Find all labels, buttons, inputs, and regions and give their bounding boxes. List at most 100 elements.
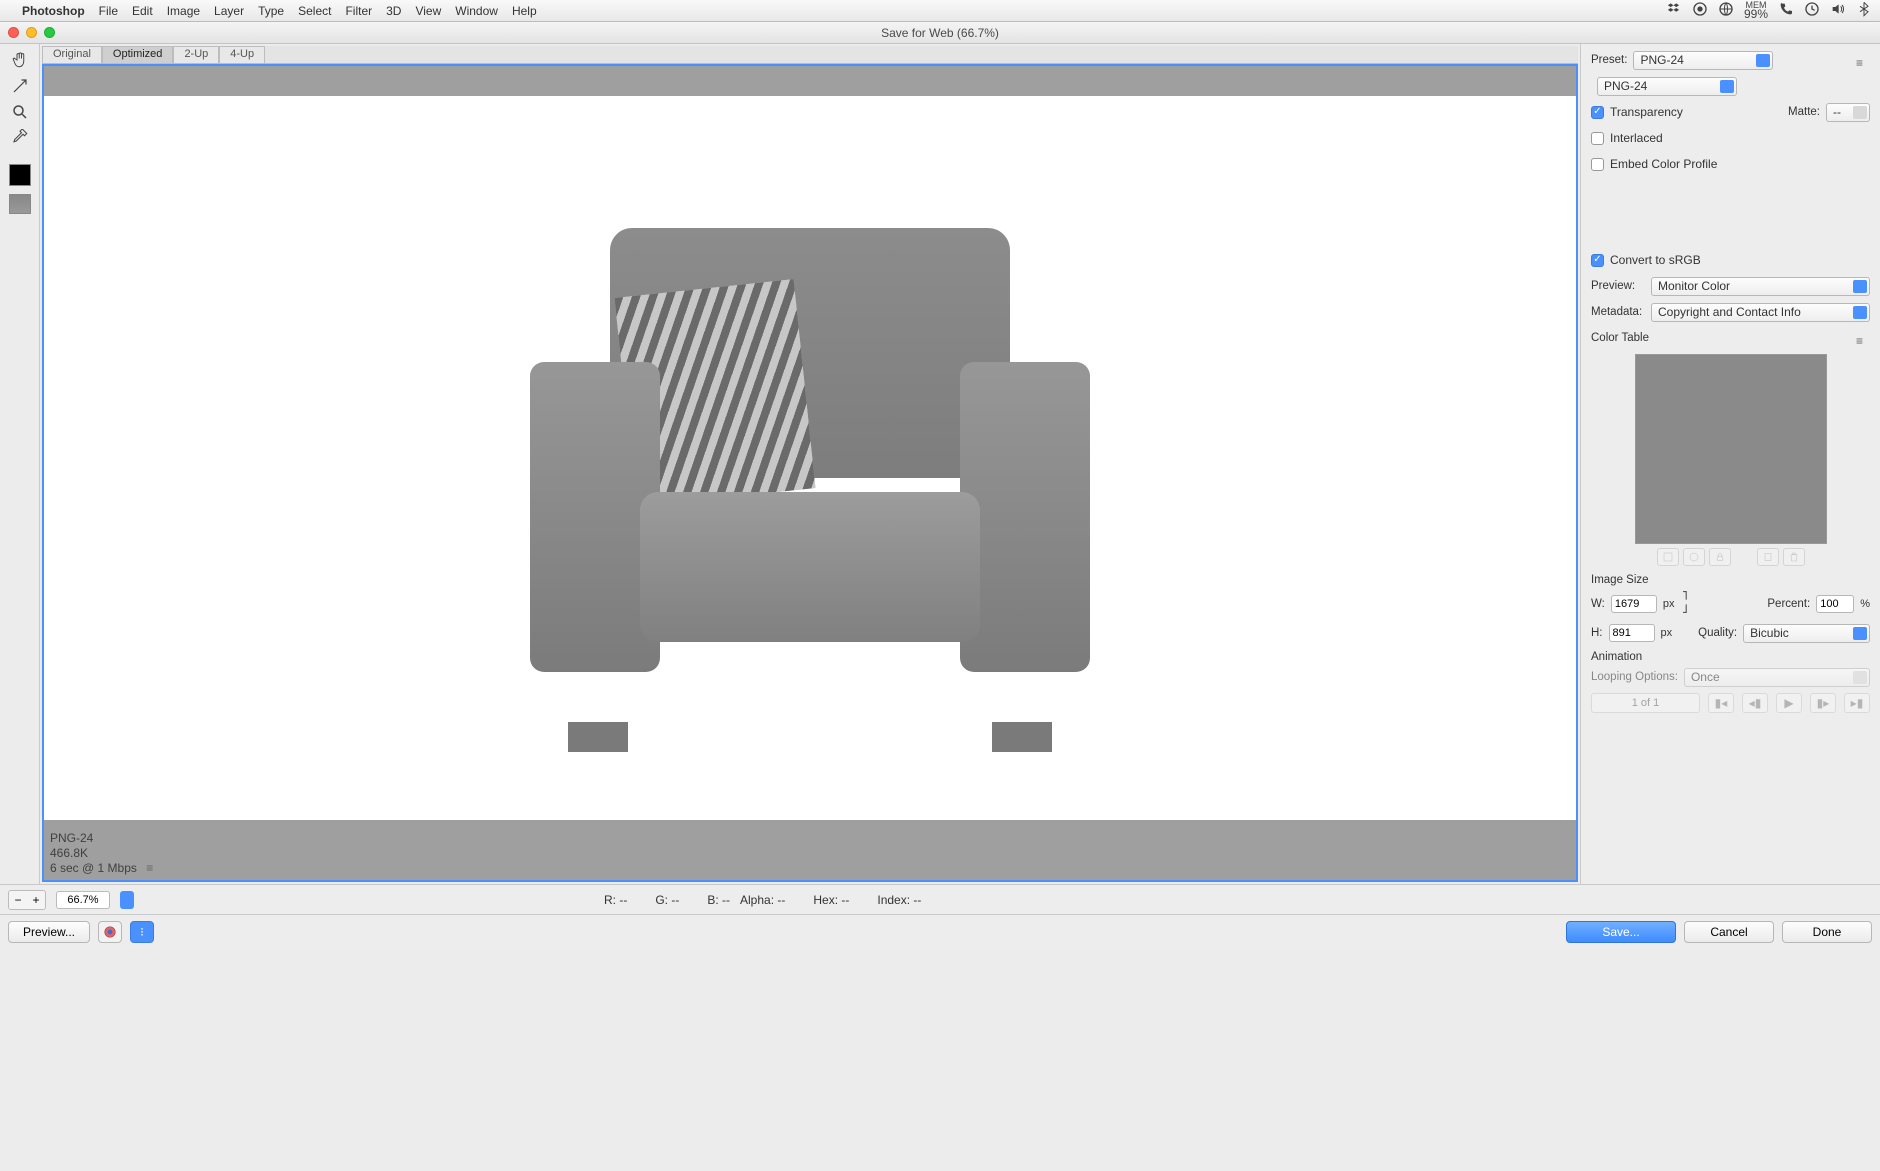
readout-r: R: --: [604, 893, 627, 907]
globe-icon[interactable]: [1718, 1, 1734, 20]
constrain-proportions-icon[interactable]: [1680, 590, 1694, 617]
menu-type[interactable]: Type: [258, 4, 284, 18]
preview-button[interactable]: Preview...: [8, 921, 90, 943]
cc-icon[interactable]: [1692, 1, 1708, 20]
ct-trash-icon: [1783, 548, 1805, 566]
toggle-slices-icon[interactable]: [9, 194, 31, 214]
preset-select[interactable]: PNG-24: [1633, 51, 1773, 70]
readout-hex: Hex: --: [813, 893, 849, 907]
zoom-input[interactable]: [56, 891, 110, 909]
play-icon: ▶: [1776, 693, 1802, 713]
minimize-window-icon[interactable]: [26, 27, 37, 38]
menu-3d[interactable]: 3D: [386, 4, 401, 18]
pct-unit: %: [1860, 598, 1870, 610]
phone-icon[interactable]: [1778, 1, 1794, 20]
window-titlebar[interactable]: Save for Web (66.7%): [0, 22, 1880, 44]
panel-menu-icon[interactable]: [1856, 56, 1870, 64]
zoom-select-icon[interactable]: [120, 891, 134, 909]
width-input[interactable]: [1611, 595, 1657, 613]
readout-b: B: --: [707, 893, 730, 907]
cancel-button[interactable]: Cancel: [1684, 921, 1774, 943]
timemachine-icon[interactable]: [1804, 1, 1820, 20]
first-frame-icon: ▮◂: [1708, 693, 1734, 713]
looping-select: Once: [1684, 668, 1870, 687]
height-input[interactable]: [1609, 624, 1655, 642]
menu-edit[interactable]: Edit: [132, 4, 153, 18]
hand-tool-icon[interactable]: [4, 48, 36, 72]
tab-optimized[interactable]: Optimized: [102, 46, 174, 63]
zoom-window-icon[interactable]: [44, 27, 55, 38]
matte-select[interactable]: --: [1826, 103, 1870, 122]
done-button[interactable]: Done: [1782, 921, 1872, 943]
embed-profile-checkbox[interactable]: Embed Color Profile: [1591, 157, 1717, 171]
browser-preview-icon[interactable]: [98, 921, 122, 943]
canvas-area: Original Optimized 2-Up 4-Up PNG-24: [40, 44, 1580, 884]
animation-label: Animation: [1591, 651, 1870, 663]
zoom-tool-icon[interactable]: [4, 100, 36, 124]
settings-panel: Preset: PNG-24 PNG-24 Transparency Matte…: [1580, 44, 1880, 884]
file-format: PNG-24: [50, 831, 160, 846]
next-frame-icon: ▮▸: [1810, 693, 1836, 713]
save-button[interactable]: Save...: [1566, 921, 1676, 943]
color-table-menu-icon[interactable]: [1856, 334, 1870, 342]
memory-indicator[interactable]: MEM99%: [1744, 1, 1768, 20]
w-label: W:: [1591, 598, 1605, 610]
interlaced-checkbox[interactable]: Interlaced: [1591, 131, 1663, 145]
w-unit: px: [1663, 598, 1675, 610]
sofa-image: [530, 212, 1090, 732]
menu-file[interactable]: File: [99, 4, 118, 18]
window-title: Save for Web (66.7%): [0, 26, 1880, 40]
metadata-select[interactable]: Copyright and Contact Info: [1651, 303, 1870, 322]
app-name[interactable]: Photoshop: [22, 4, 85, 18]
preview-select[interactable]: Monitor Color: [1651, 277, 1870, 296]
menu-select[interactable]: Select: [298, 4, 331, 18]
zoom-out-icon[interactable]: −: [9, 891, 27, 909]
volume-icon[interactable]: [1830, 1, 1846, 20]
eyedropper-tool-icon[interactable]: [4, 126, 36, 150]
ct-web-icon: [1683, 548, 1705, 566]
info-bar: − + R: -- G: -- B: -- Alpha: -- Hex: -- …: [0, 884, 1880, 914]
zoom-stepper[interactable]: − +: [8, 890, 46, 910]
readout-g: G: --: [655, 893, 679, 907]
menu-filter[interactable]: Filter: [345, 4, 372, 18]
file-speed: 6 sec @ 1 Mbps: [50, 861, 137, 875]
dropbox-icon[interactable]: [1666, 1, 1682, 20]
menu-view[interactable]: View: [415, 4, 441, 18]
tab-4up[interactable]: 4-Up: [219, 46, 265, 63]
ct-new-icon: [1757, 548, 1779, 566]
browser-select-icon[interactable]: ⁝: [130, 921, 154, 943]
tab-original[interactable]: Original: [42, 46, 102, 63]
percent-input[interactable]: [1816, 595, 1854, 613]
tab-2up[interactable]: 2-Up: [173, 46, 219, 63]
ct-lock-icon: [1709, 548, 1731, 566]
format-select[interactable]: PNG-24: [1597, 77, 1737, 96]
menu-window[interactable]: Window: [455, 4, 498, 18]
file-info-menu-icon[interactable]: [146, 861, 160, 869]
action-bar: Preview... ⁝ Save... Cancel Done: [0, 914, 1880, 948]
readout-index: Index: --: [877, 893, 921, 907]
bluetooth-icon[interactable]: [1856, 1, 1872, 20]
looping-label: Looping Options:: [1591, 671, 1678, 683]
menu-help[interactable]: Help: [512, 4, 537, 18]
percent-label: Percent:: [1767, 598, 1810, 610]
image-canvas: [44, 96, 1576, 820]
readout-alpha: Alpha: --: [740, 893, 785, 907]
menu-image[interactable]: Image: [167, 4, 200, 18]
convert-srgb-checkbox[interactable]: Convert to sRGB: [1591, 253, 1701, 267]
close-window-icon[interactable]: [8, 27, 19, 38]
slice-tool-icon[interactable]: [4, 74, 36, 98]
transparency-checkbox[interactable]: Transparency: [1591, 105, 1683, 119]
menu-layer[interactable]: Layer: [214, 4, 244, 18]
preview-label: Preview:: [1591, 280, 1645, 292]
color-table[interactable]: [1635, 354, 1827, 544]
foreground-color-swatch[interactable]: [9, 164, 31, 186]
preset-label: Preset:: [1591, 54, 1627, 66]
zoom-in-icon[interactable]: +: [27, 891, 45, 909]
file-size: 466.8K: [50, 846, 160, 861]
quality-select[interactable]: Bicubic: [1743, 624, 1870, 643]
preview-tabs: Original Optimized 2-Up 4-Up: [42, 46, 1578, 64]
metadata-label: Metadata:: [1591, 306, 1645, 318]
ct-map-icon: [1657, 548, 1679, 566]
preview-viewport[interactable]: PNG-24 466.8K 6 sec @ 1 Mbps: [42, 64, 1578, 882]
h-unit: px: [1661, 627, 1673, 639]
